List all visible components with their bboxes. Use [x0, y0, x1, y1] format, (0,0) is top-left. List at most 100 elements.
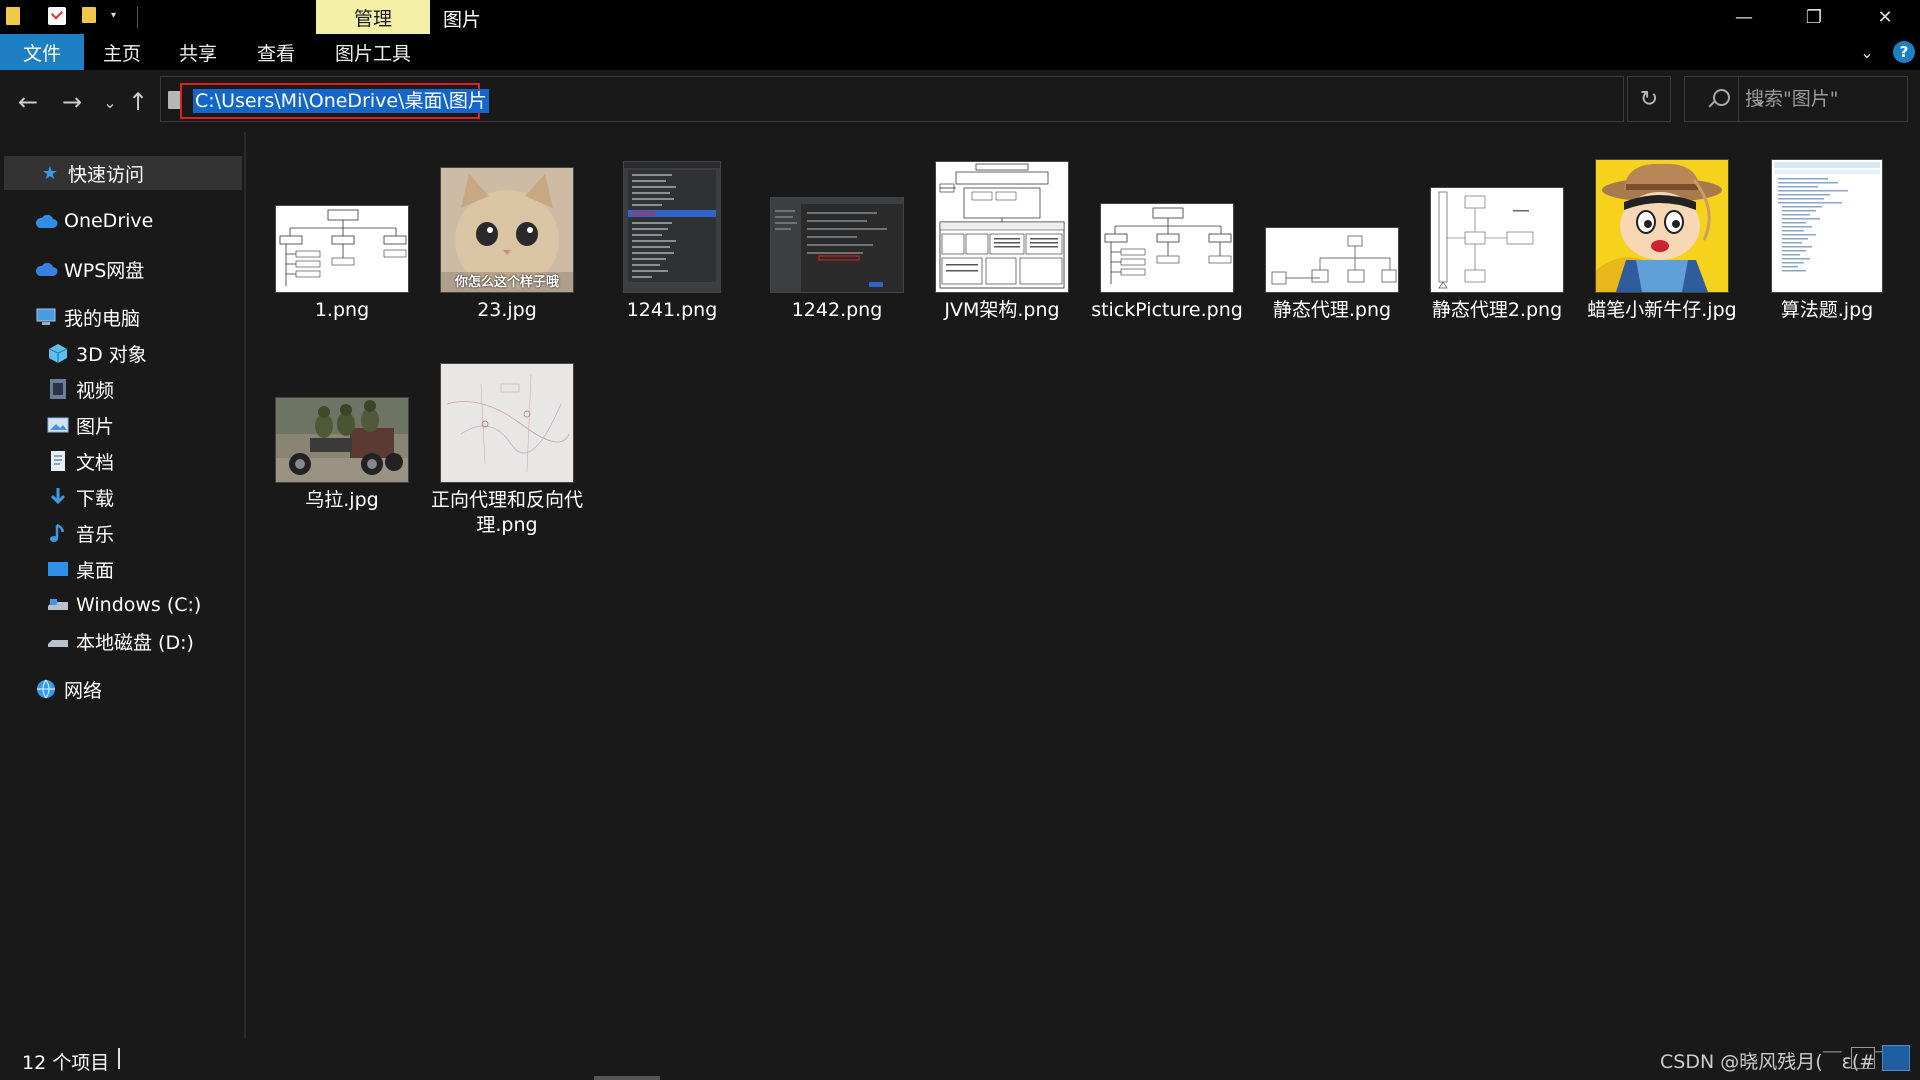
large-icons-view-icon[interactable]	[1882, 1045, 1910, 1071]
file-thumbnail	[1431, 188, 1563, 292]
cloud-icon	[34, 210, 58, 232]
sidebar-item-music[interactable]: 音乐	[46, 516, 114, 550]
sidebar-item-videos[interactable]: 视频	[46, 372, 114, 406]
file-name: JVM架构.png	[944, 299, 1060, 321]
file-name: 乌拉.jpg	[305, 489, 379, 511]
sidebar-item-label: 我的电脑	[64, 307, 141, 330]
item-count: 12 个项目	[22, 1052, 110, 1074]
desktop-icon	[46, 558, 70, 580]
cube-icon	[46, 342, 70, 364]
sidebar-item-wps-drive[interactable]: WPS网盘	[34, 252, 144, 286]
file-thumbnail	[276, 398, 408, 482]
file-name: 1241.png	[626, 299, 718, 321]
tab-view[interactable]: 查看	[236, 34, 316, 70]
help-icon[interactable]: ?	[1893, 41, 1915, 63]
sidebar-item-pictures[interactable]: 图片	[46, 408, 114, 442]
cloud-icon	[34, 258, 58, 280]
sidebar-item-onedrive[interactable]: OneDrive	[34, 204, 153, 238]
folder-icon	[6, 7, 20, 25]
file-name: 算法题.jpg	[1780, 299, 1874, 321]
video-icon	[46, 378, 70, 400]
properties-icon[interactable]	[48, 7, 66, 25]
file-name: 1242.png	[791, 299, 883, 321]
sidebar-item-label: 视频	[76, 379, 115, 402]
sidebar-item-label: 3D 对象	[76, 343, 147, 366]
file-name: 正向代理和反向代理.png	[430, 489, 583, 536]
sidebar-item-documents[interactable]: 文档	[46, 444, 114, 478]
file-thumbnail: 你怎么这个样子哦	[441, 168, 573, 292]
file-thumbnail	[771, 198, 903, 292]
music-icon	[46, 522, 70, 544]
status-bar: 12 个项目 CSDN @晓风残月(￣ε(#￣	[0, 1038, 1920, 1080]
file-thumbnail	[1101, 204, 1233, 292]
picture-icon	[46, 414, 70, 436]
toolbar-separator	[137, 6, 138, 28]
file-list: 1.png 你怎么这个样子哦 23.jpg 1241.png 1242.png …	[246, 132, 1920, 1038]
sidebar-item-label: 图片	[76, 415, 115, 438]
download-icon	[46, 486, 70, 508]
tab-file[interactable]: 文件	[0, 34, 84, 70]
horizontal-scrollbar[interactable]	[594, 1076, 660, 1080]
search-input[interactable]	[1745, 77, 1905, 121]
forward-arrow-icon[interactable]: →	[56, 86, 88, 118]
sidebar-item-label: WPS网盘	[64, 259, 145, 282]
document-icon	[46, 450, 70, 472]
expand-ribbon-icon[interactable]: ⌄	[1855, 40, 1879, 64]
minimize-button[interactable]: —	[1709, 0, 1779, 34]
customize-toolbar-icon[interactable]: ▾	[111, 10, 116, 30]
sidebar-item-label: 快速访问	[68, 163, 145, 186]
ribbon-tabs: 文件 主页 共享 查看 图片工具 ⌄ ?	[0, 34, 1920, 70]
details-view-icon[interactable]	[1851, 1047, 1875, 1069]
sidebar-item-label: 文档	[76, 451, 115, 474]
new-folder-icon[interactable]	[82, 7, 96, 23]
sidebar-item-3d-objects[interactable]: 3D 对象	[46, 336, 147, 370]
computer-icon	[34, 306, 58, 328]
window-title: 图片	[443, 9, 482, 31]
tab-home[interactable]: 主页	[84, 34, 160, 70]
navigation-pane: ★ 快速访问 OneDrive WPS网盘 我的电脑 3D 对象 视频 图片 文…	[0, 132, 244, 1038]
address-bar[interactable]: C:\Users\Mi\OneDrive\桌面\图片 ⌄	[160, 76, 1767, 122]
refresh-icon[interactable]: ↻	[1627, 76, 1671, 122]
close-button[interactable]: ✕	[1850, 0, 1920, 34]
title-bar: ▾ 管理 图片 — ❐ ✕	[0, 0, 1920, 34]
file-name: 静态代理2.png	[1431, 299, 1563, 321]
sidebar-item-downloads[interactable]: 下载	[46, 480, 114, 514]
file-thumbnail	[624, 162, 720, 292]
file-name: 静态代理.png	[1272, 299, 1392, 321]
network-icon	[34, 678, 58, 700]
star-icon: ★	[41, 162, 59, 184]
sidebar-item-label: Windows (C:)	[76, 594, 202, 616]
file-explorer-window: ▾ 管理 图片 — ❐ ✕ 文件 主页 共享 查看 图片工具 ⌄ ? ← → ⌄…	[0, 0, 1920, 1080]
file-name: stickPicture.png	[1091, 299, 1243, 321]
search-box[interactable]	[1684, 76, 1908, 122]
tab-picture-tools[interactable]: 图片工具	[316, 34, 430, 70]
sidebar-item-this-pc[interactable]: 我的电脑	[34, 300, 140, 334]
file-name: 蜡笔小新牛仔.jpg	[1587, 299, 1737, 321]
drive-icon	[46, 594, 70, 616]
navigation-bar: ← → ⌄ ↑ C:\Users\Mi\OneDrive\桌面\图片 ⌄ ↻	[0, 70, 1920, 132]
sidebar-item-label: 网络	[64, 679, 103, 702]
up-arrow-icon[interactable]: ↑	[122, 86, 154, 118]
sidebar-item-drive-d[interactable]: 本地磁盘 (D:)	[46, 624, 194, 658]
address-path[interactable]: C:\Users\Mi\OneDrive\桌面\图片	[193, 89, 489, 113]
back-arrow-icon[interactable]: ←	[12, 86, 44, 118]
tab-share[interactable]: 共享	[160, 34, 236, 70]
sidebar-item-label: 下载	[76, 487, 115, 510]
file-thumbnail	[936, 162, 1068, 292]
restore-button[interactable]: ❐	[1779, 0, 1849, 34]
sidebar-item-desktop[interactable]: 桌面	[46, 552, 114, 586]
sidebar-item-label: 本地磁盘 (D:)	[76, 631, 194, 654]
thumbnail-caption: 你怎么这个样子哦	[454, 275, 559, 290]
file-thumbnail	[1266, 228, 1398, 292]
sidebar-item-label: OneDrive	[64, 210, 154, 232]
file-thumbnail	[1772, 160, 1882, 292]
file-thumbnail	[1596, 160, 1728, 292]
file-thumbnail	[276, 206, 408, 292]
tab-manage[interactable]: 管理	[316, 0, 430, 34]
search-icon	[1705, 87, 1730, 111]
sidebar-item-network[interactable]: 网络	[34, 672, 102, 706]
sidebar-item-quick-access[interactable]: ★ 快速访问	[4, 156, 242, 190]
sidebar-item-drive-c[interactable]: Windows (C:)	[46, 588, 201, 622]
drive-icon	[46, 630, 70, 652]
file-name: 1.png	[314, 299, 370, 321]
